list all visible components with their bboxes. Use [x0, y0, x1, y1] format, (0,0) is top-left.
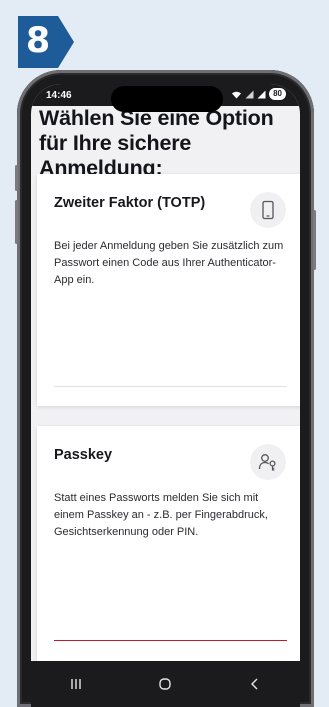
wifi-icon [232, 91, 242, 98]
option-title: Zweiter Faktor (TOTP) [54, 195, 206, 211]
recent-apps-icon [71, 679, 81, 689]
option-card-passkey[interactable]: Passkey Statt eines Passworts melden Sie… [37, 426, 300, 666]
recent-apps-button[interactable] [56, 669, 96, 699]
page-title: Wählen Sie eine Option für Ihre sichere … [39, 106, 274, 180]
phone-screen: Wählen Sie eine Option für Ihre sichere … [31, 84, 300, 707]
signal-icon [245, 90, 254, 98]
back-icon [251, 678, 258, 690]
option-description: Bei jeder Anmeldung geben Sie zusätzlich… [54, 240, 284, 286]
phone-side-button [15, 200, 18, 244]
option-title: Passkey [54, 447, 113, 463]
home-button[interactable] [145, 669, 185, 699]
signal-icon [257, 90, 266, 98]
card-divider-accent [54, 640, 287, 641]
phone-side-button [15, 165, 18, 191]
passkey-icon [250, 444, 286, 480]
card-divider [54, 386, 287, 387]
back-button[interactable] [235, 669, 275, 699]
phone-frame: Wählen Sie eine Option für Ihre sichere … [15, 70, 316, 707]
phone-side-button [313, 210, 316, 270]
option-card-totp[interactable]: Zweiter Faktor (TOTP) Bei jeder Anmeldun… [37, 174, 300, 406]
home-icon [159, 678, 172, 690]
status-time: 14:46 [46, 90, 72, 101]
option-description: Statt eines Passworts melden Sie sich mi… [54, 492, 268, 538]
step-number: 8 [25, 21, 51, 61]
navigation-bar [31, 661, 300, 707]
status-bar: 14:46 80 [31, 84, 300, 106]
step-badge: 8 [18, 16, 74, 68]
battery-indicator: 80 [269, 88, 286, 100]
smartphone-icon [250, 192, 286, 228]
status-icons: 80 [231, 88, 286, 100]
